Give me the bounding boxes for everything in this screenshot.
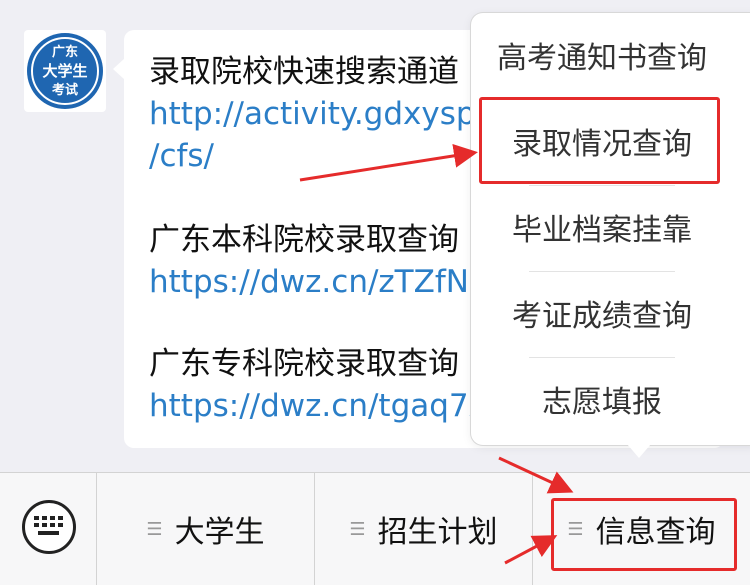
message-line-2: 广东本科院校录取查询 [149,222,459,258]
menu-item-exam-score[interactable]: 考证成绩查询 [471,297,733,337]
tab-college-student[interactable]: ☰ 大学生 [97,473,314,585]
message-line-1: 录取院校快速搜索通道 [149,54,459,90]
message-line-3: 广东专科院校录取查询 [149,346,459,382]
logo-text-mid: 大学生 [42,62,87,80]
keyboard-toggle-button[interactable] [22,500,76,554]
tab-label: 大学生 [174,515,265,550]
menu-lines-icon: ☰ [349,518,366,540]
menu-item-admission-letter[interactable]: 高考通知书查询 [471,39,733,79]
menu-lines-icon: ☰ [146,518,163,540]
highlight-box-admission-status [479,97,720,184]
menu-item-graduate-archive[interactable]: 毕业档案挂靠 [471,211,733,251]
menu-divider [529,271,675,272]
submenu-popup: 高考通知书查询 录取情况查询 毕业档案挂靠 考证成绩查询 志愿填报 [471,13,750,445]
highlight-box-info-query [551,498,737,571]
menu-divider [529,357,675,358]
account-avatar[interactable]: 广东 大学生 考试 [24,30,106,112]
keyboard-icon [34,516,63,535]
tab-enrollment-plan[interactable]: ☰ 招生计划 [315,473,532,585]
popup-arrow [627,444,651,458]
message-link-1-cont[interactable]: /cfs/ [149,136,214,176]
chat-area: 广东 大学生 考试 录取院校快速搜索通道 http://activity.gdx… [0,0,750,472]
bottom-menu-bar: ☰ 大学生 ☰ 招生计划 ☰ 信息查询 [0,472,750,585]
message-link-3[interactable]: https://dwz.cn/tgaq7X [149,386,490,426]
tab-label: 招生计划 [377,515,498,550]
account-logo-icon: 广东 大学生 考试 [27,33,103,109]
message-link-1[interactable]: http://activity.gdxysp [149,94,476,134]
menu-item-volunteer-fill[interactable]: 志愿填报 [471,383,733,423]
logo-text-top: 广东 [52,44,78,60]
message-link-2[interactable]: https://dwz.cn/zTZfN [149,262,469,302]
logo-text-bottom: 考试 [52,82,78,98]
menu-divider [529,185,675,186]
